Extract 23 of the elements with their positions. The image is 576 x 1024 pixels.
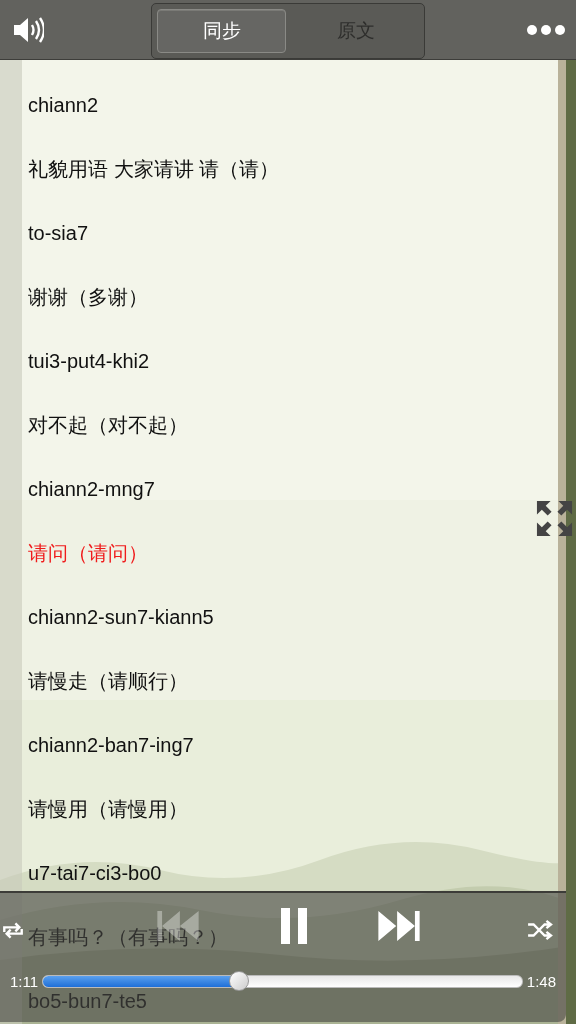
- lyric-line[interactable]: 礼貌用语 大家请讲 请（请）: [28, 155, 280, 183]
- lyric-line[interactable]: 请慢用（请慢用）: [28, 795, 188, 823]
- shuffle-icon[interactable]: [526, 919, 554, 941]
- repeat-icon[interactable]: [1, 921, 25, 940]
- more-icon[interactable]: [526, 23, 566, 36]
- lyric-line[interactable]: 谢谢（多谢）: [28, 283, 148, 311]
- lyric-line[interactable]: to-sia7: [28, 221, 89, 245]
- expand-icon[interactable]: [535, 499, 574, 538]
- elapsed-time: 1:11: [10, 973, 39, 990]
- total-time: 1:48: [526, 973, 556, 990]
- lyric-line[interactable]: 对不起（对不起）: [28, 411, 188, 439]
- lyric-line[interactable]: 请问（请问）: [28, 539, 148, 567]
- lyric-line[interactable]: 请慢走（请顺行）: [28, 667, 188, 695]
- next-icon[interactable]: [377, 911, 421, 941]
- lyric-line[interactable]: chiann2: [28, 93, 99, 117]
- speaker-icon[interactable]: [12, 15, 44, 44]
- lyric-line[interactable]: chiann2-mng7: [28, 477, 155, 501]
- lyric-line[interactable]: tui3-put4-khi2: [28, 349, 150, 373]
- pause-icon[interactable]: [281, 907, 307, 945]
- tab[interactable]: 同步: [157, 9, 286, 53]
- lyric-line[interactable]: chiann2-sun7-kiann5: [28, 605, 214, 629]
- lyric-line[interactable]: chiann2-ban7-ing7: [28, 733, 194, 757]
- lyric-line[interactable]: u7-tai7-ci3-bo0: [28, 861, 162, 885]
